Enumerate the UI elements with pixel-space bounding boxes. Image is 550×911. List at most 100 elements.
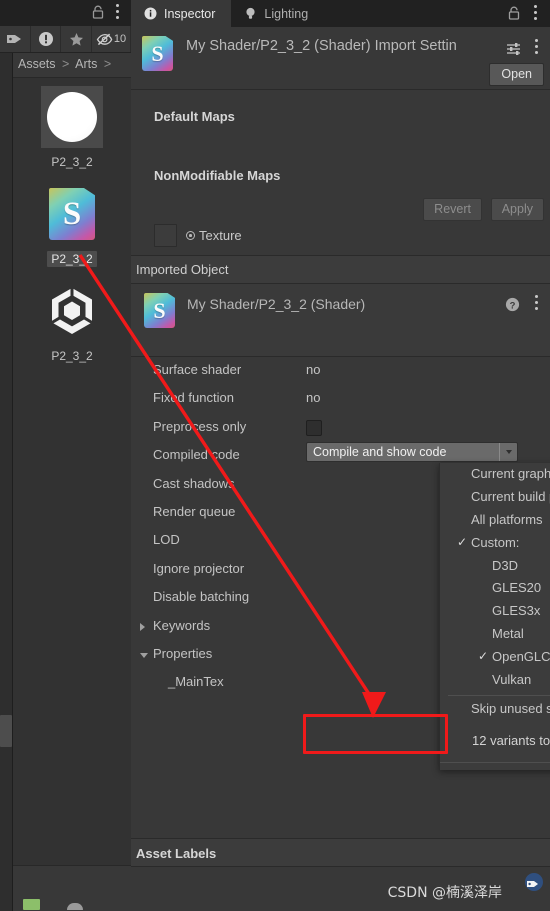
menu-item-label: Current graphics device <box>471 466 550 481</box>
compiled-code-dropdown-label: Compile and show code <box>313 445 447 459</box>
menu-item-custom[interactable]: ✓ Custom: <box>440 532 550 555</box>
property-label: Fixed function <box>153 390 234 406</box>
asset-item-material[interactable]: P2_3_2 <box>13 78 131 175</box>
menu-item-current-build-platform[interactable]: Current build platform <box>440 486 550 509</box>
lock-icon[interactable] <box>91 5 105 20</box>
asset-item-prefab[interactable]: P2_3_2 <box>13 272 131 369</box>
property-label: _MainTex <box>168 674 224 690</box>
nonmodifiable-maps-heading: NonModifiable Maps <box>154 168 281 183</box>
variants-total-label: 12 variants total <box>472 732 550 748</box>
label-tag-icon[interactable] <box>517 873 543 895</box>
compiled-code-dropdown[interactable]: Compile and show code <box>306 442 518 462</box>
shader-icon: S <box>144 293 175 328</box>
object-field-icon <box>186 231 195 240</box>
status-orb-icon <box>67 903 83 910</box>
menu-item-current-graphics-device[interactable]: Current graphics device <box>440 463 550 486</box>
property-value: no <box>306 390 321 406</box>
property-row-preprocess-only: Preprocess only <box>131 414 550 442</box>
menu-item-label: D3D <box>492 557 519 573</box>
texture-thumbnail-slot[interactable] <box>154 224 177 247</box>
asset-label: P2_3_2 <box>51 155 93 169</box>
asset-labels-body: CSDN @楠溪泽岸 AssetBundle None None <box>131 867 550 911</box>
texture-field-row[interactable]: Texture <box>154 224 242 247</box>
shader-glyph: S <box>62 195 82 232</box>
texture-field-label: Texture <box>186 228 242 243</box>
property-value: no <box>306 362 321 377</box>
kebab-menu-icon[interactable] <box>530 295 542 312</box>
shader-glyph: S <box>153 297 166 323</box>
imported-object-header: S My Shader/P2_3_2 (Shader) ? <box>131 284 550 357</box>
breadcrumb: Assets > Arts > <box>18 57 114 71</box>
property-label: LOD <box>153 532 180 548</box>
kebab-menu-icon[interactable] <box>530 39 542 56</box>
menu-item-label: All platforms <box>471 511 543 527</box>
menu-item-gles3x[interactable]: GLES3x <box>440 600 550 623</box>
unity-prefab-icon <box>41 280 103 342</box>
menu-item-label: Vulkan <box>492 672 532 688</box>
property-label: Ignore projector <box>153 560 245 576</box>
preprocess-only-checkbox[interactable] <box>306 419 322 436</box>
asset-label: P2_3_2 <box>47 251 97 267</box>
vertical-scrollbar[interactable] <box>0 715 12 747</box>
menu-item-label: Custom: <box>471 534 520 550</box>
folder-icon[interactable] <box>23 899 40 910</box>
import-settings-body: Default Maps Texture NonModifiable Maps … <box>131 90 550 256</box>
page-title: My Shader/P2_3_2 (Shader) Import Settin <box>186 38 457 54</box>
checkmark-icon: ✓ <box>457 534 468 549</box>
watermark-text: CSDN @楠溪泽岸 <box>387 885 502 901</box>
inspector-panel: Inspector Lighting S My Shader/P2_3_2 (S… <box>131 0 550 911</box>
menu-item-label: Skip unused shader_features <box>471 700 550 716</box>
menu-item-label: Current build platform <box>471 488 550 504</box>
kebab-menu-icon[interactable] <box>111 4 123 21</box>
kebab-menu-icon[interactable] <box>529 5 541 22</box>
compiled-code-dropdown-menu: Current graphics device Current build pl… <box>439 463 550 770</box>
menu-item-metal[interactable]: Metal <box>440 623 550 646</box>
tab-lighting[interactable]: Lighting <box>231 0 324 27</box>
open-button[interactable]: Open <box>489 63 544 86</box>
menu-item-label: GLES20 <box>492 580 542 596</box>
menu-item-d3d[interactable]: D3D <box>440 555 550 578</box>
project-statusbar <box>13 865 131 911</box>
project-panel: 10 Assets > Arts > P2_3_2 S P2_3_2 P2_3_… <box>0 0 132 911</box>
project-toolbar: 10 <box>0 26 132 53</box>
imported-object-section-header: Imported Object <box>131 256 550 284</box>
shader-glyph: S <box>151 40 164 66</box>
menu-divider <box>448 694 550 696</box>
menu-item-vulkan[interactable]: Vulkan <box>440 669 550 692</box>
apply-button[interactable]: Apply <box>490 198 544 221</box>
menu-item-openglcore[interactable]: ✓ OpenGLCore <box>440 646 550 669</box>
asset-item-shader[interactable]: S P2_3_2 <box>13 175 131 272</box>
menu-item-label: Metal <box>492 626 524 642</box>
tab-inspector[interactable]: Inspector <box>131 0 232 27</box>
help-icon[interactable]: ? <box>505 297 520 312</box>
asset-label: P2_3_2 <box>51 349 93 363</box>
menu-item-all-platforms[interactable]: All platforms <box>440 509 550 532</box>
menu-item-label: OpenGLCore <box>492 649 550 665</box>
property-label: Disable batching <box>153 589 250 605</box>
chevron-right-icon[interactable] <box>140 622 145 631</box>
project-tabbar <box>0 0 131 26</box>
preset-settings-icon[interactable] <box>506 41 521 56</box>
checkmark-icon: ✓ <box>478 649 489 664</box>
breadcrumb-root[interactable]: Assets <box>18 57 56 71</box>
property-label: Surface shader <box>153 362 242 377</box>
chevron-down-icon[interactable] <box>499 443 517 461</box>
breadcrumb-current[interactable]: Arts <box>75 57 97 71</box>
label-tag-icon[interactable] <box>0 26 31 52</box>
property-label: Keywords <box>153 617 211 633</box>
tab-label: Inspector <box>164 6 216 21</box>
inspector-tabbar: Inspector Lighting <box>131 0 550 27</box>
asset-labels-label: Asset Labels <box>136 846 217 861</box>
chevron-down-icon[interactable] <box>140 652 148 658</box>
info-icon <box>144 7 157 20</box>
asset-labels-section-header: Asset Labels <box>131 838 550 867</box>
menu-item-gles20[interactable]: GLES20 <box>440 577 550 600</box>
visibility-off-button[interactable]: 10 <box>92 26 132 52</box>
menu-item-skip-unused-shader-features[interactable]: Skip unused shader_features <box>440 697 550 722</box>
import-settings-header: S My Shader/P2_3_2 (Shader) Import Setti… <box>131 27 550 90</box>
error-warning-icon[interactable] <box>31 26 62 52</box>
lock-icon[interactable] <box>507 6 521 21</box>
revert-button[interactable]: Revert <box>423 198 482 221</box>
favorite-star-icon[interactable] <box>61 26 93 52</box>
material-sphere-preview <box>41 86 103 148</box>
